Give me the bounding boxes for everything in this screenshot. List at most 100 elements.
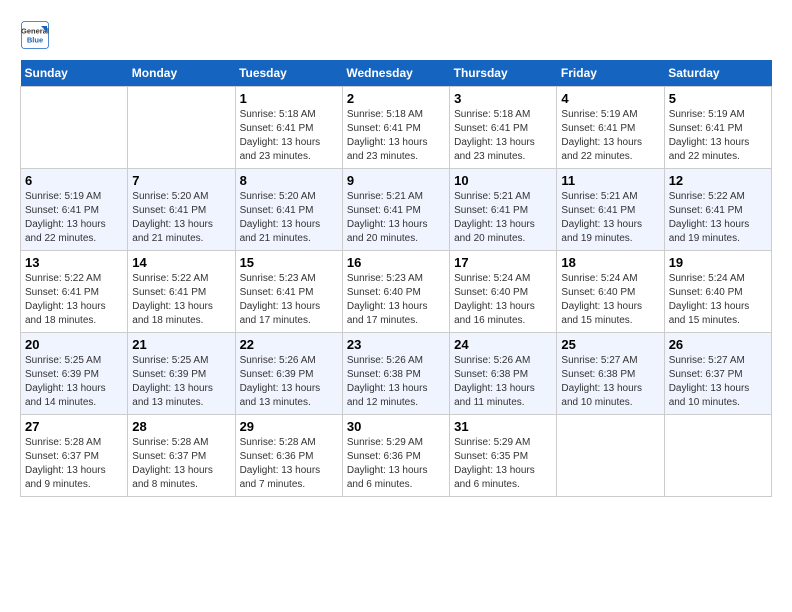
day-info: Sunrise: 5:21 AM Sunset: 6:41 PM Dayligh… — [454, 190, 552, 246]
day-number: 27 — [25, 419, 123, 434]
col-header-wednesday: Wednesday — [342, 60, 449, 87]
day-info: Sunrise: 5:29 AM Sunset: 6:36 PM Dayligh… — [347, 436, 445, 492]
calendar-header-row: SundayMondayTuesdayWednesdayThursdayFrid… — [21, 60, 772, 87]
day-number: 10 — [454, 173, 552, 188]
calendar-cell: 2 Sunrise: 5:18 AM Sunset: 6:41 PM Daylig… — [342, 87, 449, 169]
calendar-cell: 10 Sunrise: 5:21 AM Sunset: 6:41 PM Dayli… — [450, 169, 557, 251]
calendar-cell: 29 Sunrise: 5:28 AM Sunset: 6:36 PM Dayli… — [235, 415, 342, 497]
day-info: Sunrise: 5:19 AM Sunset: 6:41 PM Dayligh… — [669, 108, 767, 164]
calendar-cell: 28 Sunrise: 5:28 AM Sunset: 6:37 PM Dayli… — [128, 415, 235, 497]
calendar-week-4: 20 Sunrise: 5:25 AM Sunset: 6:39 PM Dayli… — [21, 333, 772, 415]
day-info: Sunrise: 5:21 AM Sunset: 6:41 PM Dayligh… — [561, 190, 659, 246]
day-number: 17 — [454, 255, 552, 270]
calendar-cell: 3 Sunrise: 5:18 AM Sunset: 6:41 PM Daylig… — [450, 87, 557, 169]
day-number: 3 — [454, 91, 552, 106]
day-info: Sunrise: 5:28 AM Sunset: 6:36 PM Dayligh… — [240, 436, 338, 492]
day-info: Sunrise: 5:18 AM Sunset: 6:41 PM Dayligh… — [454, 108, 552, 164]
day-number: 11 — [561, 173, 659, 188]
calendar-cell: 8 Sunrise: 5:20 AM Sunset: 6:41 PM Daylig… — [235, 169, 342, 251]
day-number: 21 — [132, 337, 230, 352]
day-info: Sunrise: 5:19 AM Sunset: 6:41 PM Dayligh… — [25, 190, 123, 246]
calendar-cell — [557, 415, 664, 497]
calendar-cell: 20 Sunrise: 5:25 AM Sunset: 6:39 PM Dayli… — [21, 333, 128, 415]
day-number: 16 — [347, 255, 445, 270]
day-number: 26 — [669, 337, 767, 352]
day-number: 30 — [347, 419, 445, 434]
day-info: Sunrise: 5:26 AM Sunset: 6:38 PM Dayligh… — [454, 354, 552, 410]
day-number: 13 — [25, 255, 123, 270]
calendar-cell: 27 Sunrise: 5:28 AM Sunset: 6:37 PM Dayli… — [21, 415, 128, 497]
day-info: Sunrise: 5:20 AM Sunset: 6:41 PM Dayligh… — [132, 190, 230, 246]
day-info: Sunrise: 5:23 AM Sunset: 6:40 PM Dayligh… — [347, 272, 445, 328]
calendar-cell: 12 Sunrise: 5:22 AM Sunset: 6:41 PM Dayli… — [664, 169, 771, 251]
calendar-cell: 5 Sunrise: 5:19 AM Sunset: 6:41 PM Daylig… — [664, 87, 771, 169]
day-number: 12 — [669, 173, 767, 188]
calendar-cell: 21 Sunrise: 5:25 AM Sunset: 6:39 PM Dayli… — [128, 333, 235, 415]
day-info: Sunrise: 5:22 AM Sunset: 6:41 PM Dayligh… — [25, 272, 123, 328]
day-info: Sunrise: 5:27 AM Sunset: 6:38 PM Dayligh… — [561, 354, 659, 410]
day-info: Sunrise: 5:24 AM Sunset: 6:40 PM Dayligh… — [561, 272, 659, 328]
day-info: Sunrise: 5:29 AM Sunset: 6:35 PM Dayligh… — [454, 436, 552, 492]
day-info: Sunrise: 5:20 AM Sunset: 6:41 PM Dayligh… — [240, 190, 338, 246]
calendar-week-2: 6 Sunrise: 5:19 AM Sunset: 6:41 PM Daylig… — [21, 169, 772, 251]
calendar-cell: 23Sunrise: 5:26 AM Sunset: 6:38 PM Dayli… — [342, 333, 449, 415]
day-info: Sunrise: 5:18 AM Sunset: 6:41 PM Dayligh… — [240, 108, 338, 164]
col-header-thursday: Thursday — [450, 60, 557, 87]
day-number: 1 — [240, 91, 338, 106]
col-header-friday: Friday — [557, 60, 664, 87]
col-header-tuesday: Tuesday — [235, 60, 342, 87]
calendar-cell: 6 Sunrise: 5:19 AM Sunset: 6:41 PM Daylig… — [21, 169, 128, 251]
calendar-cell: 7 Sunrise: 5:20 AM Sunset: 6:41 PM Daylig… — [128, 169, 235, 251]
day-info: Sunrise: 5:19 AM Sunset: 6:41 PM Dayligh… — [561, 108, 659, 164]
calendar-cell: 13 Sunrise: 5:22 AM Sunset: 6:41 PM Dayli… — [21, 251, 128, 333]
day-number: 29 — [240, 419, 338, 434]
calendar-cell: 1 Sunrise: 5:18 AM Sunset: 6:41 PM Daylig… — [235, 87, 342, 169]
day-number: 19 — [669, 255, 767, 270]
calendar-cell: 19Sunrise: 5:24 AM Sunset: 6:40 PM Dayli… — [664, 251, 771, 333]
day-number: 7 — [132, 173, 230, 188]
calendar-cell: 31 Sunrise: 5:29 AM Sunset: 6:35 PM Dayli… — [450, 415, 557, 497]
day-number: 22 — [240, 337, 338, 352]
day-number: 6 — [25, 173, 123, 188]
day-number: 9 — [347, 173, 445, 188]
day-info: Sunrise: 5:22 AM Sunset: 6:41 PM Dayligh… — [132, 272, 230, 328]
day-number: 5 — [669, 91, 767, 106]
day-number: 31 — [454, 419, 552, 434]
calendar-cell: 25Sunrise: 5:27 AM Sunset: 6:38 PM Dayli… — [557, 333, 664, 415]
logo: General Blue — [20, 20, 54, 50]
day-number: 24 — [454, 337, 552, 352]
col-header-monday: Monday — [128, 60, 235, 87]
day-info: Sunrise: 5:27 AM Sunset: 6:37 PM Dayligh… — [669, 354, 767, 410]
calendar-cell: 9 Sunrise: 5:21 AM Sunset: 6:41 PM Daylig… — [342, 169, 449, 251]
calendar-cell — [21, 87, 128, 169]
day-info: Sunrise: 5:26 AM Sunset: 6:39 PM Dayligh… — [240, 354, 338, 410]
day-number: 28 — [132, 419, 230, 434]
calendar-table: SundayMondayTuesdayWednesdayThursdayFrid… — [20, 60, 772, 497]
page-header: General Blue — [20, 20, 772, 50]
calendar-cell — [664, 415, 771, 497]
day-number: 15 — [240, 255, 338, 270]
day-info: Sunrise: 5:25 AM Sunset: 6:39 PM Dayligh… — [25, 354, 123, 410]
calendar-cell: 17 Sunrise: 5:24 AM Sunset: 6:40 PM Dayli… — [450, 251, 557, 333]
calendar-cell: 30 Sunrise: 5:29 AM Sunset: 6:36 PM Dayli… — [342, 415, 449, 497]
day-info: Sunrise: 5:18 AM Sunset: 6:41 PM Dayligh… — [347, 108, 445, 164]
calendar-week-1: 1 Sunrise: 5:18 AM Sunset: 6:41 PM Daylig… — [21, 87, 772, 169]
day-info: Sunrise: 5:22 AM Sunset: 6:41 PM Dayligh… — [669, 190, 767, 246]
day-number: 8 — [240, 173, 338, 188]
calendar-cell: 24 Sunrise: 5:26 AM Sunset: 6:38 PM Dayli… — [450, 333, 557, 415]
col-header-sunday: Sunday — [21, 60, 128, 87]
svg-text:Blue: Blue — [27, 36, 43, 45]
day-info: Sunrise: 5:21 AM Sunset: 6:41 PM Dayligh… — [347, 190, 445, 246]
day-info: Sunrise: 5:25 AM Sunset: 6:39 PM Dayligh… — [132, 354, 230, 410]
col-header-saturday: Saturday — [664, 60, 771, 87]
day-info: Sunrise: 5:24 AM Sunset: 6:40 PM Dayligh… — [454, 272, 552, 328]
day-number: 20 — [25, 337, 123, 352]
calendar-cell: 16 Sunrise: 5:23 AM Sunset: 6:40 PM Dayli… — [342, 251, 449, 333]
day-info: Sunrise: 5:28 AM Sunset: 6:37 PM Dayligh… — [132, 436, 230, 492]
calendar-week-3: 13 Sunrise: 5:22 AM Sunset: 6:41 PM Dayli… — [21, 251, 772, 333]
calendar-cell: 11 Sunrise: 5:21 AM Sunset: 6:41 PM Dayli… — [557, 169, 664, 251]
day-number: 2 — [347, 91, 445, 106]
day-number: 23 — [347, 337, 445, 352]
calendar-cell: 22 Sunrise: 5:26 AM Sunset: 6:39 PM Dayli… — [235, 333, 342, 415]
day-info: Sunrise: 5:28 AM Sunset: 6:37 PM Dayligh… — [25, 436, 123, 492]
